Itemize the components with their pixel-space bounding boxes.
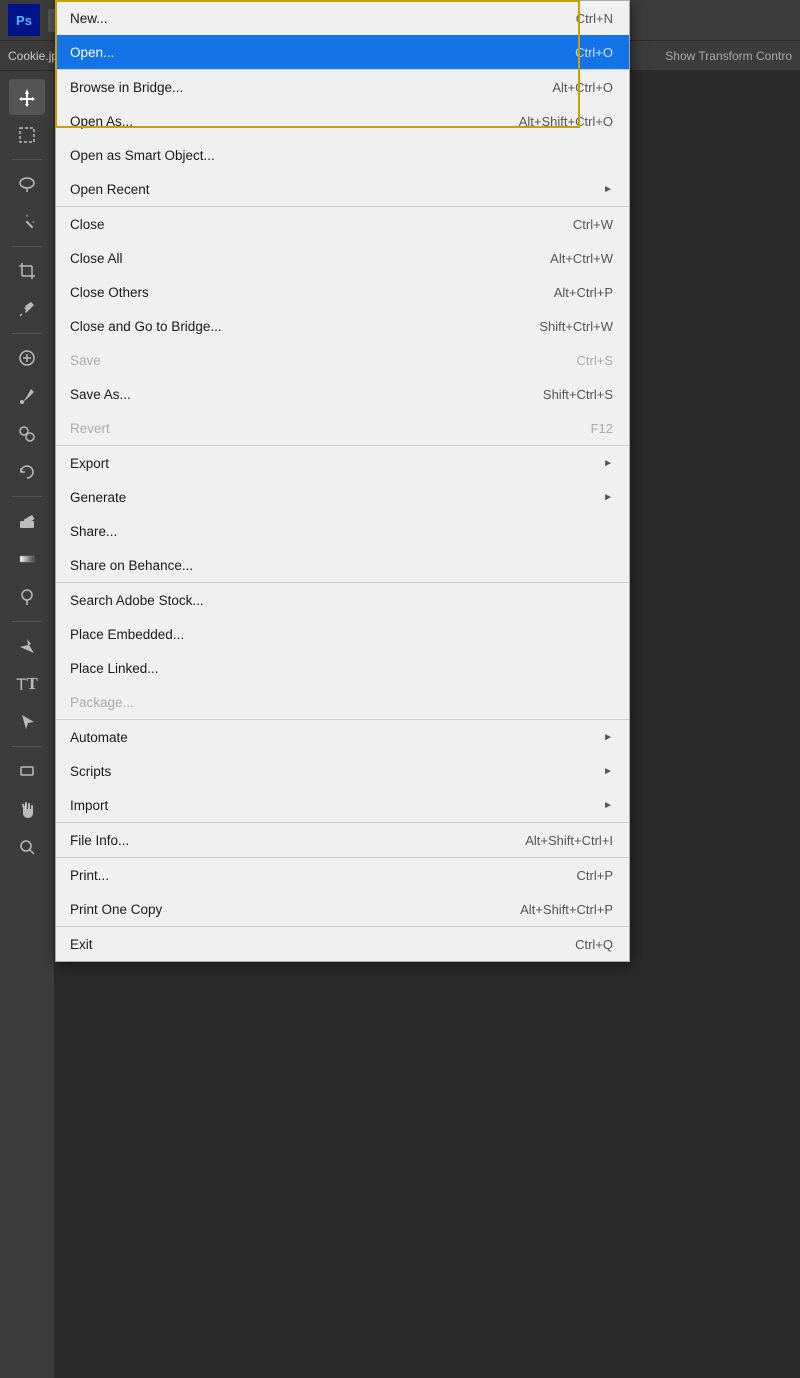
tool-crop[interactable] xyxy=(9,253,45,289)
tool-divider-4 xyxy=(12,496,42,497)
tool-hand[interactable] xyxy=(9,791,45,827)
tool-divider-1 xyxy=(12,159,42,160)
menu-item-place-embedded[interactable]: Place Embedded... xyxy=(56,617,629,651)
tool-eraser[interactable] xyxy=(9,503,45,539)
tool-divider-5 xyxy=(12,621,42,622)
tool-dodge[interactable] xyxy=(9,579,45,615)
tool-gradient[interactable] xyxy=(9,541,45,577)
left-toolbar: T T xyxy=(0,71,55,1378)
transform-label: Show Transform Contro xyxy=(665,49,792,63)
tool-divider-6 xyxy=(12,746,42,747)
tool-magic-wand[interactable] xyxy=(9,204,45,240)
menu-section-4: Export ► Generate ► Share... Share on Be… xyxy=(56,446,629,583)
menu-item-search-stock[interactable]: Search Adobe Stock... xyxy=(56,583,629,617)
menu-item-close-all[interactable]: Close All Alt+Ctrl+W xyxy=(56,241,629,275)
menu-item-open-as[interactable]: Open As... Alt+Shift+Ctrl+O xyxy=(56,104,629,138)
tool-type[interactable]: T T xyxy=(9,666,45,702)
tool-path-selection[interactable] xyxy=(9,704,45,740)
menu-item-print[interactable]: Print... Ctrl+P xyxy=(56,858,629,892)
tool-brush[interactable] xyxy=(9,378,45,414)
tool-zoom[interactable] xyxy=(9,829,45,865)
tool-marquee[interactable] xyxy=(9,117,45,153)
ps-logo: Ps xyxy=(8,4,40,36)
menu-item-close[interactable]: Close Ctrl+W xyxy=(56,207,629,241)
menu-item-open-smart-object[interactable]: Open as Smart Object... xyxy=(56,138,629,172)
file-dropdown: New... Ctrl+N Open... Ctrl+O Browse in B… xyxy=(55,0,630,962)
menu-item-save: Save Ctrl+S xyxy=(56,343,629,377)
menu-item-scripts[interactable]: Scripts ► xyxy=(56,754,629,788)
tool-healing[interactable] xyxy=(9,340,45,376)
menu-item-exit[interactable]: Exit Ctrl+Q xyxy=(56,927,629,961)
menu-item-close-bridge[interactable]: Close and Go to Bridge... Shift+Ctrl+W xyxy=(56,309,629,343)
dropdown-menu-container: New... Ctrl+N Open... Ctrl+O Browse in B… xyxy=(55,0,630,962)
menu-item-revert: Revert F12 xyxy=(56,411,629,445)
tool-divider-3 xyxy=(12,333,42,334)
tool-history-brush[interactable] xyxy=(9,454,45,490)
menu-item-print-one[interactable]: Print One Copy Alt+Shift+Ctrl+P xyxy=(56,892,629,926)
menu-item-new[interactable]: New... Ctrl+N xyxy=(56,1,629,35)
tool-pen[interactable] xyxy=(9,628,45,664)
menu-section-7: File Info... Alt+Shift+Ctrl+I xyxy=(56,823,629,858)
menu-item-share-behance[interactable]: Share on Behance... xyxy=(56,548,629,582)
menu-item-import[interactable]: Import ► xyxy=(56,788,629,822)
tool-move[interactable] xyxy=(9,79,45,115)
menu-section-5: Search Adobe Stock... Place Embedded... … xyxy=(56,583,629,720)
menu-item-file-info[interactable]: File Info... Alt+Shift+Ctrl+I xyxy=(56,823,629,857)
menu-section-1: New... Ctrl+N Open... Ctrl+O xyxy=(56,1,629,70)
tool-shape[interactable] xyxy=(9,753,45,789)
tool-divider-2 xyxy=(12,246,42,247)
tool-clone[interactable] xyxy=(9,416,45,452)
menu-item-open-recent[interactable]: Open Recent ► xyxy=(56,172,629,206)
menu-section-6: Automate ► Scripts ► Import ► xyxy=(56,720,629,823)
menu-item-export[interactable]: Export ► xyxy=(56,446,629,480)
menu-item-share[interactable]: Share... xyxy=(56,514,629,548)
menu-item-place-linked[interactable]: Place Linked... xyxy=(56,651,629,685)
menu-section-8: Print... Ctrl+P Print One Copy Alt+Shift… xyxy=(56,858,629,927)
tool-lasso[interactable] xyxy=(9,166,45,202)
menu-item-generate[interactable]: Generate ► xyxy=(56,480,629,514)
menu-section-2: Browse in Bridge... Alt+Ctrl+O Open As..… xyxy=(56,70,629,207)
menu-item-open[interactable]: Open... Ctrl+O xyxy=(56,35,629,69)
tool-eyedropper[interactable] xyxy=(9,291,45,327)
menu-section-9: Exit Ctrl+Q xyxy=(56,927,629,961)
menu-item-browse-bridge[interactable]: Browse in Bridge... Alt+Ctrl+O xyxy=(56,70,629,104)
menu-item-close-others[interactable]: Close Others Alt+Ctrl+P xyxy=(56,275,629,309)
menu-item-package: Package... xyxy=(56,685,629,719)
menu-section-3: Close Ctrl+W Close All Alt+Ctrl+W Close … xyxy=(56,207,629,446)
menu-item-automate[interactable]: Automate ► xyxy=(56,720,629,754)
menu-item-save-as[interactable]: Save As... Shift+Ctrl+S xyxy=(56,377,629,411)
